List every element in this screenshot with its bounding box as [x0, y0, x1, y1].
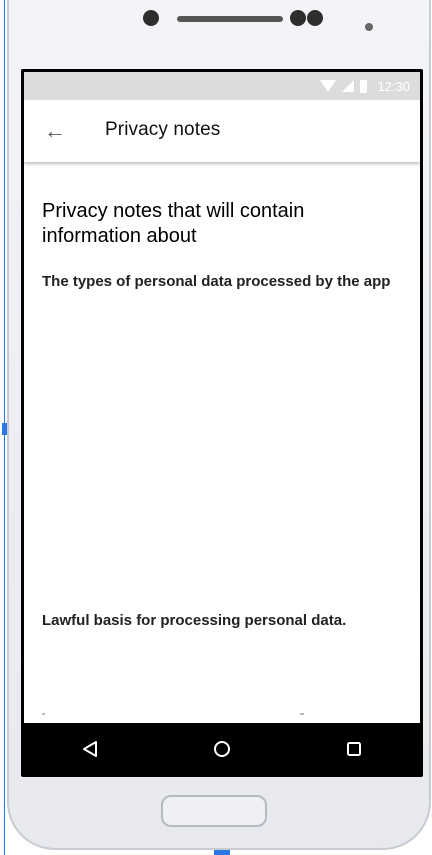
nav-recents-button[interactable]: [334, 729, 374, 769]
page-title: Privacy notes: [105, 119, 221, 140]
wifi-icon: [320, 80, 337, 92]
nav-back-button[interactable]: [70, 729, 110, 769]
phone-top-bezel: [9, 0, 429, 60]
battery-icon: [360, 79, 368, 93]
content-area: Privacy notes that will contain informat…: [24, 162, 420, 723]
signal-icon: [342, 80, 355, 92]
phone-screen: 12:30 ← Privacy notes Privacy notes that…: [21, 69, 423, 777]
proximity-sensor-icon: [365, 23, 373, 31]
status-bar: 12:30: [24, 72, 420, 100]
status-icons: 12:30: [320, 78, 410, 94]
navigation-bar: [24, 723, 420, 774]
recents-square-icon: [347, 741, 361, 756]
scroll-hint: [42, 713, 304, 715]
app-bar: ← Privacy notes: [24, 100, 420, 162]
speaker-grille: [177, 16, 283, 22]
front-camera-icon: [143, 10, 159, 26]
canvas: 12:30 ← Privacy notes Privacy notes that…: [0, 0, 432, 855]
status-time: 12:30: [377, 78, 410, 94]
section-lawful-basis: Lawful basis for processing personal dat…: [42, 612, 347, 629]
sensor-icon: [307, 10, 323, 26]
home-circle-icon: [214, 740, 230, 757]
back-triangle-icon: [83, 740, 97, 757]
back-arrow-icon[interactable]: ←: [42, 118, 68, 144]
sensor-icon: [290, 10, 306, 26]
content-heading: Privacy notes that will contain informat…: [42, 200, 305, 247]
nav-home-button[interactable]: [202, 729, 242, 769]
hardware-home-button[interactable]: [161, 795, 267, 827]
section-personal-data-types: The types of personal data processed by …: [42, 273, 391, 290]
